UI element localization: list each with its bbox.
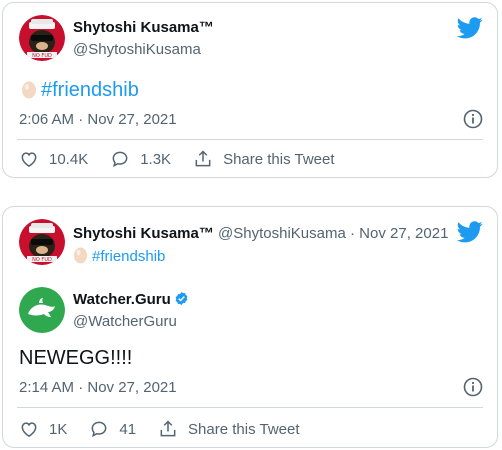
author-name[interactable]: Shytoshi Kusama™ bbox=[73, 19, 214, 36]
heart-icon bbox=[21, 422, 37, 437]
share-label: Share this Tweet bbox=[223, 150, 335, 168]
divider bbox=[17, 139, 483, 140]
like-button[interactable]: 1K bbox=[19, 419, 67, 439]
egg-icon bbox=[73, 247, 88, 264]
tweet-header: Shytoshi Kusama™ @ShytoshiKusama · Nov 2… bbox=[73, 225, 448, 242]
hashtag-friendshib[interactable]: #friendshib bbox=[92, 248, 165, 265]
author-handle[interactable]: @ShytoshiKusama bbox=[73, 41, 201, 58]
tweet-card-2[interactable]: NO FUD Shytoshi Kusama™ @ShytoshiKusama … bbox=[2, 206, 498, 448]
like-button[interactable]: 10.4K bbox=[19, 149, 88, 169]
avatar-shytoshi[interactable]: NO FUD bbox=[19, 15, 65, 61]
quoted-author-name[interactable]: Watcher.Guru bbox=[73, 291, 189, 308]
share-icon bbox=[195, 150, 211, 167]
avatar-badge-text: NO FUD bbox=[32, 257, 52, 263]
twitter-bird-icon[interactable] bbox=[457, 221, 483, 243]
quoted-tweet-text: NEWEGG!!!! bbox=[19, 347, 133, 369]
reply-count: 1.3K bbox=[140, 150, 172, 168]
quoted-tweet-timestamp[interactable]: 2:14 AM · Nov 27, 2021 bbox=[19, 379, 177, 396]
info-icon[interactable] bbox=[463, 377, 483, 397]
reply-icon bbox=[112, 151, 128, 168]
tweet-actions: 10.4K 1.3K Share this Tweet bbox=[19, 149, 357, 169]
tweet-text: #friendshib bbox=[21, 79, 139, 102]
like-count: 1K bbox=[49, 420, 68, 438]
reply-icon bbox=[91, 421, 107, 438]
heart-icon bbox=[21, 152, 37, 167]
share-button[interactable]: Share this Tweet bbox=[193, 149, 335, 169]
divider bbox=[17, 407, 483, 408]
info-icon[interactable] bbox=[463, 109, 483, 129]
twitter-bird-icon[interactable] bbox=[457, 17, 483, 39]
share-button[interactable]: Share this Tweet bbox=[158, 419, 300, 439]
share-icon bbox=[160, 420, 176, 437]
reply-count: 41 bbox=[119, 420, 137, 438]
tweet-actions: 1K 41 Share this Tweet bbox=[19, 419, 322, 439]
author-handle[interactable]: @ShytoshiKusama bbox=[218, 225, 346, 242]
avatar-watcher-guru[interactable] bbox=[19, 287, 65, 333]
tweet-text: #friendshib bbox=[73, 245, 165, 265]
tweet-date[interactable]: · Nov 27, 2021 bbox=[346, 225, 448, 242]
verified-icon bbox=[175, 291, 188, 306]
tweet-card-1[interactable]: NO FUD Shytoshi Kusama™ @ShytoshiKusama … bbox=[2, 2, 498, 178]
avatar-badge-text: NO FUD bbox=[32, 53, 52, 59]
tweet-timestamp[interactable]: 2:06 AM · Nov 27, 2021 bbox=[19, 111, 177, 128]
author-name[interactable]: Shytoshi Kusama™ bbox=[73, 225, 214, 242]
hashtag-friendshib[interactable]: #friendshib bbox=[41, 79, 139, 101]
egg-icon bbox=[22, 81, 36, 99]
like-count: 10.4K bbox=[49, 150, 89, 168]
avatar-shytoshi[interactable]: NO FUD bbox=[19, 219, 65, 265]
reply-button[interactable]: 41 bbox=[89, 419, 136, 439]
reply-button[interactable]: 1.3K bbox=[110, 149, 171, 169]
quoted-author-handle[interactable]: @WatcherGuru bbox=[73, 313, 177, 330]
share-label: Share this Tweet bbox=[188, 420, 300, 438]
